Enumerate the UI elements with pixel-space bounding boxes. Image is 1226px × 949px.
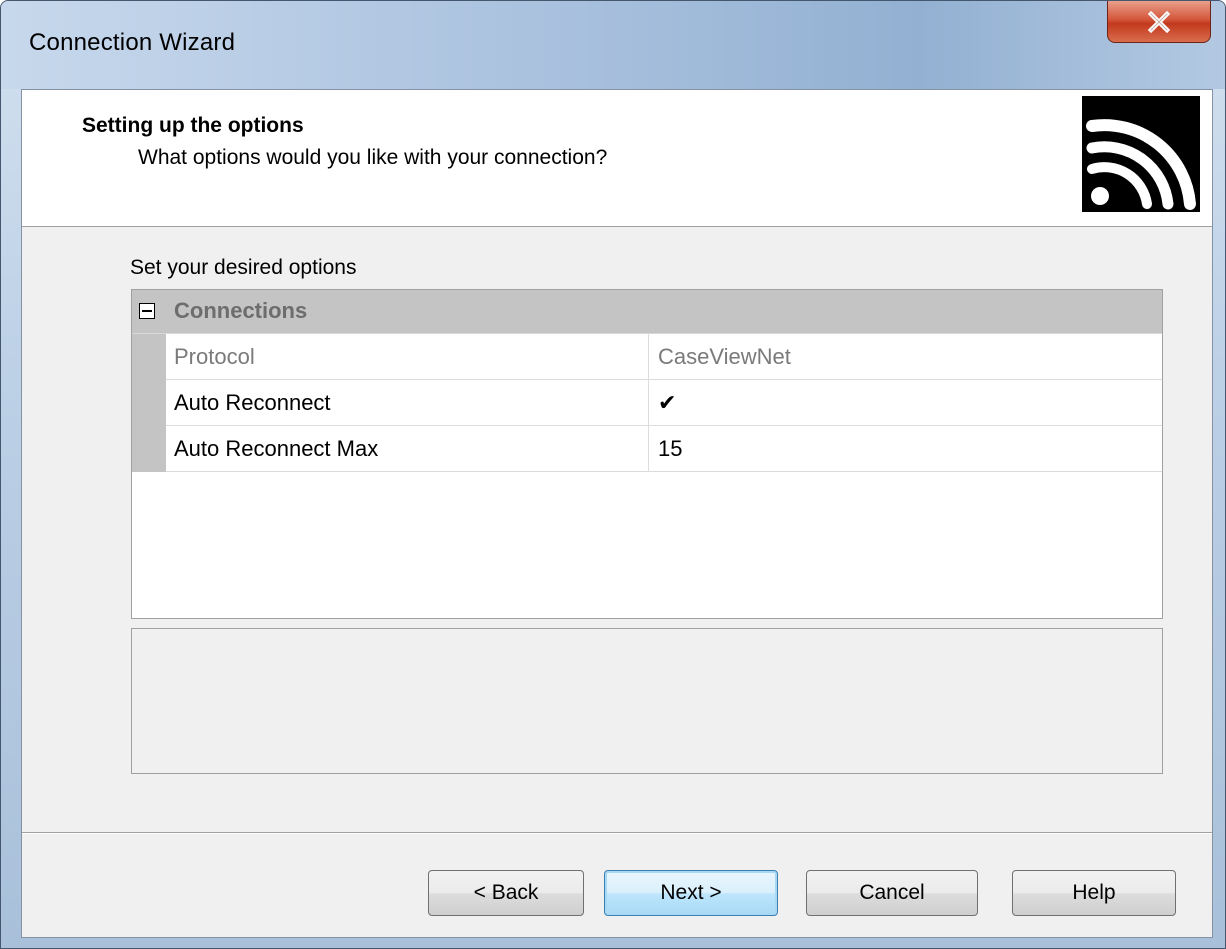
- property-grid[interactable]: Connections Protocol CaseViewNet Auto Re…: [131, 289, 1163, 619]
- next-button[interactable]: Next >: [604, 870, 778, 916]
- property-value[interactable]: 15: [658, 436, 682, 462]
- help-button[interactable]: Help: [1012, 870, 1176, 916]
- footer-divider-highlight: [22, 833, 1212, 834]
- cancel-button[interactable]: Cancel: [806, 870, 978, 916]
- wizard-client-area: Setting up the options What options woul…: [21, 89, 1213, 938]
- column-divider[interactable]: [648, 380, 649, 425]
- property-name: Protocol: [174, 344, 255, 369]
- page-title: Setting up the options: [82, 114, 304, 137]
- category-label: Connections: [174, 298, 308, 323]
- property-name: Auto Reconnect Max: [174, 436, 379, 461]
- wizard-header: Setting up the options What options woul…: [22, 90, 1212, 227]
- close-icon: [1147, 10, 1171, 33]
- grid-margin: [132, 334, 166, 472]
- column-divider[interactable]: [648, 334, 649, 379]
- property-value: CaseViewNet: [658, 344, 791, 369]
- checkmark-icon[interactable]: ✔: [658, 390, 676, 416]
- wifi-signal-icon: [1082, 96, 1200, 212]
- close-button[interactable]: [1107, 1, 1211, 43]
- window-title: Connection Wizard: [29, 29, 236, 56]
- property-name: Auto Reconnect: [174, 390, 331, 415]
- property-row-auto-reconnect-max[interactable]: Auto Reconnect Max 15: [166, 426, 1162, 472]
- options-prompt: Set your desired options: [130, 256, 357, 279]
- title-bar[interactable]: Connection Wizard: [1, 1, 1225, 89]
- back-button[interactable]: < Back: [428, 870, 584, 916]
- property-row-protocol[interactable]: Protocol CaseViewNet: [166, 334, 1162, 380]
- connection-wizard-window: Connection Wizard Setting up the options…: [0, 0, 1226, 949]
- property-row-auto-reconnect[interactable]: Auto Reconnect ✔: [166, 380, 1162, 426]
- column-divider[interactable]: [648, 426, 649, 471]
- collapse-icon[interactable]: [139, 303, 155, 319]
- property-description-pane: [131, 628, 1163, 774]
- wifi-signal-graphic: [1086, 119, 1196, 210]
- category-row-connections[interactable]: Connections: [132, 290, 1162, 334]
- page-subtitle: What options would you like with your co…: [138, 146, 608, 169]
